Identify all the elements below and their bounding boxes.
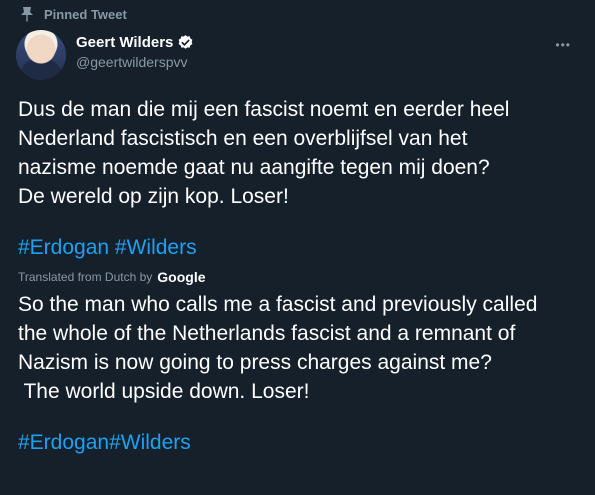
pin-icon [21, 7, 33, 22]
original-line: Nederland fascistisch en een overblijfse… [18, 127, 468, 150]
avatar[interactable] [16, 30, 66, 80]
tweet-body: Dus de man die mij een fascist noemt en … [18, 95, 581, 457]
google-logo[interactable]: Google [157, 268, 205, 286]
translated-line: So the man who calls me a fascist and pr… [18, 293, 538, 316]
verified-badge-icon [179, 35, 193, 49]
translation-attribution: Translated from Dutch by Google [18, 268, 581, 286]
original-line: nazisme noemde gaat nu aangifte tegen mi… [18, 156, 490, 179]
tweet-header: Geert Wilders @geertwilderspvv ••• [16, 30, 583, 80]
translated-line: the whole of the Netherlands fascist and… [18, 322, 516, 345]
translated-hashtags[interactable]: #Erdogan#Wilders [18, 428, 581, 457]
pinned-label: Pinned Tweet [44, 6, 127, 22]
translated-line: The world upside down. Loser! [18, 380, 310, 403]
original-line: De wereld op zijn kop. Loser! [18, 185, 289, 208]
original-line: Dus de man die mij een fascist noemt en … [18, 98, 510, 121]
translated-label: Translated from Dutch by [18, 270, 153, 284]
translated-line: Nazism is now going to press charges aga… [18, 351, 492, 374]
display-name[interactable]: Geert Wilders [76, 34, 173, 51]
more-options-icon[interactable]: ••• [555, 38, 571, 52]
handle[interactable]: @geertwilderspvv [76, 54, 194, 70]
author-info: Geert Wilders @geertwilderspvv [76, 34, 194, 70]
pinned-tweet-indicator: Pinned Tweet [14, 6, 127, 22]
original-hashtags[interactable]: #Erdogan #Wilders [18, 233, 581, 262]
